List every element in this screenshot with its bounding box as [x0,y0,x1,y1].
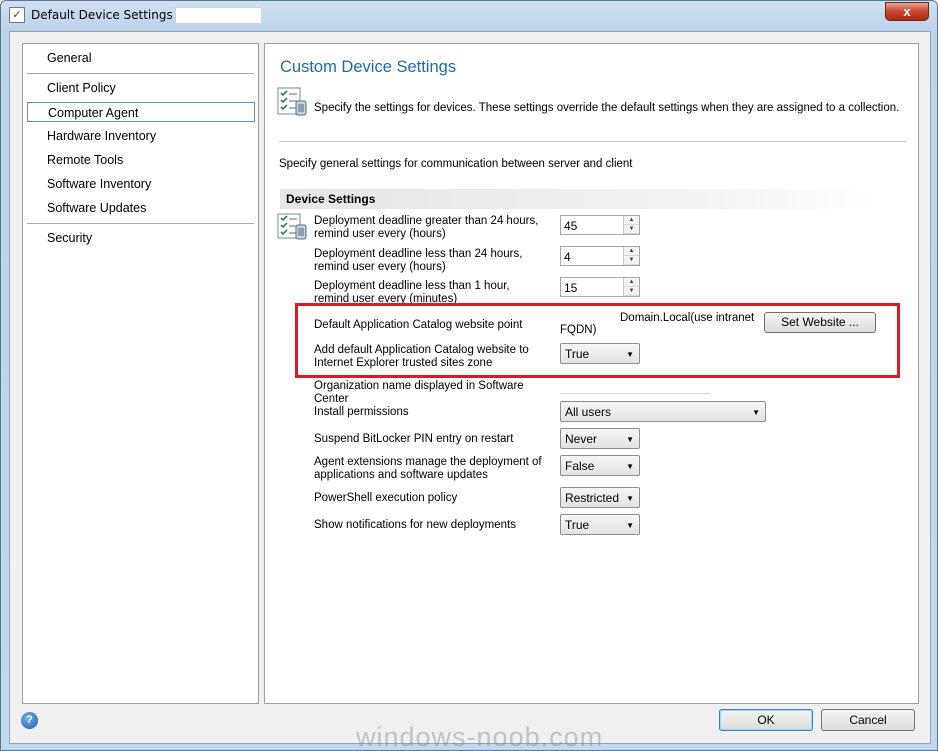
nav-item-general[interactable]: General [47,48,91,68]
dialog-body: General Client Policy Computer Agent Har… [9,31,931,751]
dropdown-value: All users [565,405,612,419]
spin-down-icon[interactable]: ▼ [624,225,639,234]
label-bitlocker: Suspend BitLocker PIN entry on restart [314,433,514,445]
label-deadline-less-24h: Deployment deadline less than 24 hours, … [314,248,523,273]
nav-item-remote-tools[interactable]: Remote Tools [47,150,123,170]
watermark: windows-noob.com [356,722,604,751]
spin-down-icon[interactable]: ▼ [624,287,639,296]
spinner-arrows[interactable]: ▲ ▼ [623,247,639,265]
deadline-less-1h-spinner[interactable]: 15 ▲ ▼ [560,277,640,297]
settings-panel: Custom Device Settings Specify the setti… [264,43,919,704]
dropdown-value: True [565,518,590,532]
separator [279,141,906,142]
chevron-down-icon: ▼ [626,435,634,444]
chevron-down-icon: ▼ [626,494,634,503]
settings-app-icon: ✓ [9,7,25,23]
powershell-policy-dropdown[interactable]: Restricted ▼ [560,487,640,508]
dropdown-value: Never [565,432,598,446]
chevron-down-icon: ▼ [626,521,634,530]
bitlocker-dropdown[interactable]: Never ▼ [560,428,640,449]
install-permissions-dropdown[interactable]: All users ▼ [560,401,766,422]
nav-divider [27,223,254,224]
spinner-value: 15 [564,281,578,295]
spinner-arrows[interactable]: ▲ ▼ [623,278,639,296]
spinner-value: 4 [564,250,571,264]
agent-extensions-dropdown[interactable]: False ▼ [560,455,640,476]
spin-up-icon[interactable]: ▲ [624,278,639,287]
label-deadline-greater-24h: Deployment deadline greater than 24 hour… [314,215,539,240]
dropdown-value: Restricted [565,491,620,505]
deadline-less-24h-spinner[interactable]: 4 ▲ ▼ [560,246,640,266]
checklist-icon [277,87,307,116]
checklist-icon [277,213,307,240]
chevron-down-icon: ▼ [626,462,634,471]
nav-item-security[interactable]: Security [47,228,92,248]
deadline-greater-24h-spinner[interactable]: 45 ▲ ▼ [560,215,640,235]
nav-item-hardware-inventory[interactable]: Hardware Inventory [47,126,156,146]
label-deadline-less-1h: Deployment deadline less than 1 hour, re… [314,280,510,305]
label-org-name: Organization name displayed in Software … [314,380,524,405]
settings-nav-list: General Client Policy Computer Agent Har… [22,43,259,704]
nav-divider [27,73,254,74]
label-powershell-policy: PowerShell execution policy [314,492,458,504]
redacted-collection-name [175,7,262,24]
section-header-device-settings: Device Settings [280,189,881,209]
nav-item-computer-agent[interactable]: Computer Agent [27,102,255,122]
org-name-input[interactable] [560,393,710,394]
spin-down-icon[interactable]: ▼ [624,256,639,265]
cancel-button[interactable]: Cancel [821,709,915,731]
ok-button[interactable]: OK [719,709,813,731]
label-agent-extensions: Agent extensions manage the deployment o… [314,456,542,481]
nav-item-software-inventory[interactable]: Software Inventory [47,174,151,194]
page-title: Custom Device Settings [280,58,457,76]
title-bar: ✓ Default Device Settings for x [1,1,937,31]
close-button[interactable]: x [885,2,929,21]
spinner-arrows[interactable]: ▲ ▼ [623,216,639,234]
spin-up-icon[interactable]: ▲ [624,247,639,256]
label-install-permissions: Install permissions [314,406,409,418]
help-icon[interactable]: ? [21,712,38,729]
spinner-value: 45 [564,219,578,233]
page-description: Specify the settings for devices. These … [314,102,900,114]
window-title: Default Device Settings for [31,8,194,22]
chevron-down-icon: ▼ [752,408,760,417]
notifications-dropdown[interactable]: True ▼ [560,514,640,535]
label-notifications: Show notifications for new deployments [314,519,516,531]
dialog-window: ✓ Default Device Settings for x General … [0,0,938,751]
nav-item-client-policy[interactable]: Client Policy [47,78,116,98]
spin-up-icon[interactable]: ▲ [624,216,639,225]
nav-item-software-updates[interactable]: Software Updates [47,198,146,218]
dropdown-value: False [565,459,595,473]
general-description: Specify general settings for communicati… [279,158,633,170]
highlight-box [295,303,900,378]
